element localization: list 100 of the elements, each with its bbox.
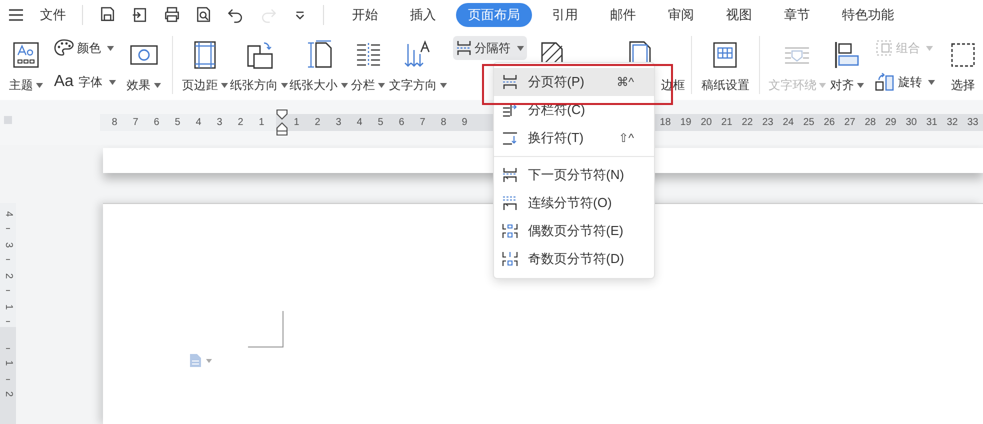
caret-icon xyxy=(281,82,288,88)
caret-icon xyxy=(926,46,933,50)
ruler-number: 27 xyxy=(843,116,856,130)
ribbon-button[interactable]: 主题 xyxy=(9,76,43,94)
caret-icon xyxy=(516,46,524,50)
ruler-number: 8 xyxy=(110,116,118,130)
ribbon-button[interactable]: 文字方向 xyxy=(388,76,447,94)
ruler-number: 33 xyxy=(966,116,980,130)
save-icon[interactable] xyxy=(99,6,117,24)
ruler-number: 24 xyxy=(782,116,795,130)
ribbon-button[interactable]: 旋转 xyxy=(872,70,938,94)
menu-item[interactable]: 奇数页分节符(D) xyxy=(494,245,654,273)
ruler-number: 4 xyxy=(194,116,202,130)
ribbon-button[interactable]: 选择 xyxy=(951,76,975,94)
ribbon-button[interactable]: Aa 字体 xyxy=(51,70,119,94)
odd-page-section-icon xyxy=(502,251,518,267)
file-menu[interactable]: 文件 xyxy=(40,5,66,25)
ruler-number: 21 xyxy=(720,116,734,130)
ruler-number: 22 xyxy=(740,116,754,130)
ruler-number: 7 xyxy=(132,116,140,130)
ruler-corner-icon xyxy=(4,116,12,124)
ribbon-button[interactable]: 对齐 xyxy=(830,76,864,94)
ribbon-button[interactable]: 纸张大小 xyxy=(290,76,348,94)
ruler-number: 3 xyxy=(3,242,13,248)
ruler-number: 7 xyxy=(418,116,426,130)
print-preview-icon[interactable] xyxy=(195,6,213,24)
page-break-icon xyxy=(502,74,518,90)
caret-icon xyxy=(928,80,935,84)
ruler-number: 4 xyxy=(356,116,364,130)
ruler-number: 8 xyxy=(440,116,448,130)
caret-icon xyxy=(440,82,447,88)
menu-item[interactable]: 分页符(P) ⌘^ xyxy=(494,68,654,96)
ribbon-button[interactable]: 颜色 xyxy=(51,36,119,60)
ruler-number: 26 xyxy=(822,116,836,130)
ruler-number: 28 xyxy=(864,116,877,130)
caret-icon xyxy=(857,82,864,88)
ribbon-tab[interactable]: 审阅 xyxy=(656,3,706,27)
rotate-icon xyxy=(875,73,895,91)
break-icon xyxy=(456,40,472,56)
even-page-section-icon xyxy=(502,223,518,239)
ruler-number: 2 xyxy=(3,272,13,278)
palette-icon xyxy=(54,39,74,57)
ruler-number: 3 xyxy=(216,116,224,130)
ruler-number: 1 xyxy=(258,116,266,130)
menu-item[interactable]: 下一页分节符(N) xyxy=(494,161,654,189)
ruler-number: 18 xyxy=(658,116,672,130)
caret-icon xyxy=(107,46,114,50)
ruler-number: 1 xyxy=(292,116,300,130)
group-icon xyxy=(875,39,893,57)
ruler-number: 6 xyxy=(398,116,406,130)
ribbon-tab[interactable]: 邮件 xyxy=(598,3,648,27)
ruler-number: 4 xyxy=(3,210,13,216)
ribbon-tab[interactable]: 开始 xyxy=(340,3,390,27)
ribbon-button[interactable]: 分栏 xyxy=(351,76,386,94)
ruler-number: 1 xyxy=(3,304,13,310)
print-icon[interactable] xyxy=(163,6,181,24)
menu-item[interactable]: 连续分节符(O) xyxy=(494,189,654,217)
ribbon-tab[interactable]: 页面布局 xyxy=(456,3,532,27)
ruler-number: 5 xyxy=(376,116,384,130)
ribbon-button[interactable]: 纸张方向 xyxy=(230,76,288,94)
ruler-number: 19 xyxy=(679,116,692,130)
caret-icon xyxy=(340,82,348,88)
line-break-icon xyxy=(502,130,518,146)
ribbon-button[interactable]: 效果 xyxy=(126,76,161,94)
ruler-number: 31 xyxy=(925,116,938,130)
ruler-number: 23 xyxy=(761,116,774,130)
ruler-number: 1 xyxy=(3,360,13,366)
ribbon-button[interactable]: 分隔符 xyxy=(452,36,527,60)
theme-icon xyxy=(11,40,41,70)
ruler-number: 6 xyxy=(152,116,160,130)
caret-icon xyxy=(819,82,826,88)
ribbon-tab[interactable]: 特色功能 xyxy=(830,3,906,27)
caret-icon xyxy=(36,82,43,88)
ruler-number: 29 xyxy=(884,116,898,130)
ribbon-tab[interactable]: 引用 xyxy=(540,3,590,27)
ribbon-tab[interactable]: 视图 xyxy=(714,3,764,27)
ribbon-button[interactable]: 稿纸设置 xyxy=(701,76,750,94)
indent-marker-icon[interactable] xyxy=(275,108,289,138)
ribbon-tab[interactable]: 插入 xyxy=(398,3,448,27)
caret-icon xyxy=(108,80,116,84)
caret-icon xyxy=(378,82,386,88)
ruler-number: 2 xyxy=(3,390,13,396)
ribbon-tab[interactable]: 章节 xyxy=(772,3,822,27)
menu-icon[interactable] xyxy=(8,8,24,22)
ruler-number: 2 xyxy=(314,116,322,130)
margin-corner-mark xyxy=(248,311,284,348)
continuous-section-icon xyxy=(502,195,518,211)
ruler-number: 25 xyxy=(802,116,816,130)
ruler-number: 20 xyxy=(700,116,713,130)
ribbon-button[interactable]: 页边距 xyxy=(182,76,228,94)
ruler-number: 30 xyxy=(904,116,918,130)
ruler-number: 32 xyxy=(946,116,959,130)
next-page-section-icon xyxy=(502,167,518,183)
ruler-number: 9 xyxy=(460,116,468,130)
ruler-number: 5 xyxy=(174,116,182,130)
caret-icon xyxy=(220,82,228,88)
menu-item[interactable]: 偶数页分节符(E) xyxy=(494,217,654,245)
export-icon[interactable] xyxy=(131,6,149,24)
menu-item[interactable]: 换行符(T) ⇧^ xyxy=(494,124,654,152)
column-break-icon xyxy=(502,102,518,118)
